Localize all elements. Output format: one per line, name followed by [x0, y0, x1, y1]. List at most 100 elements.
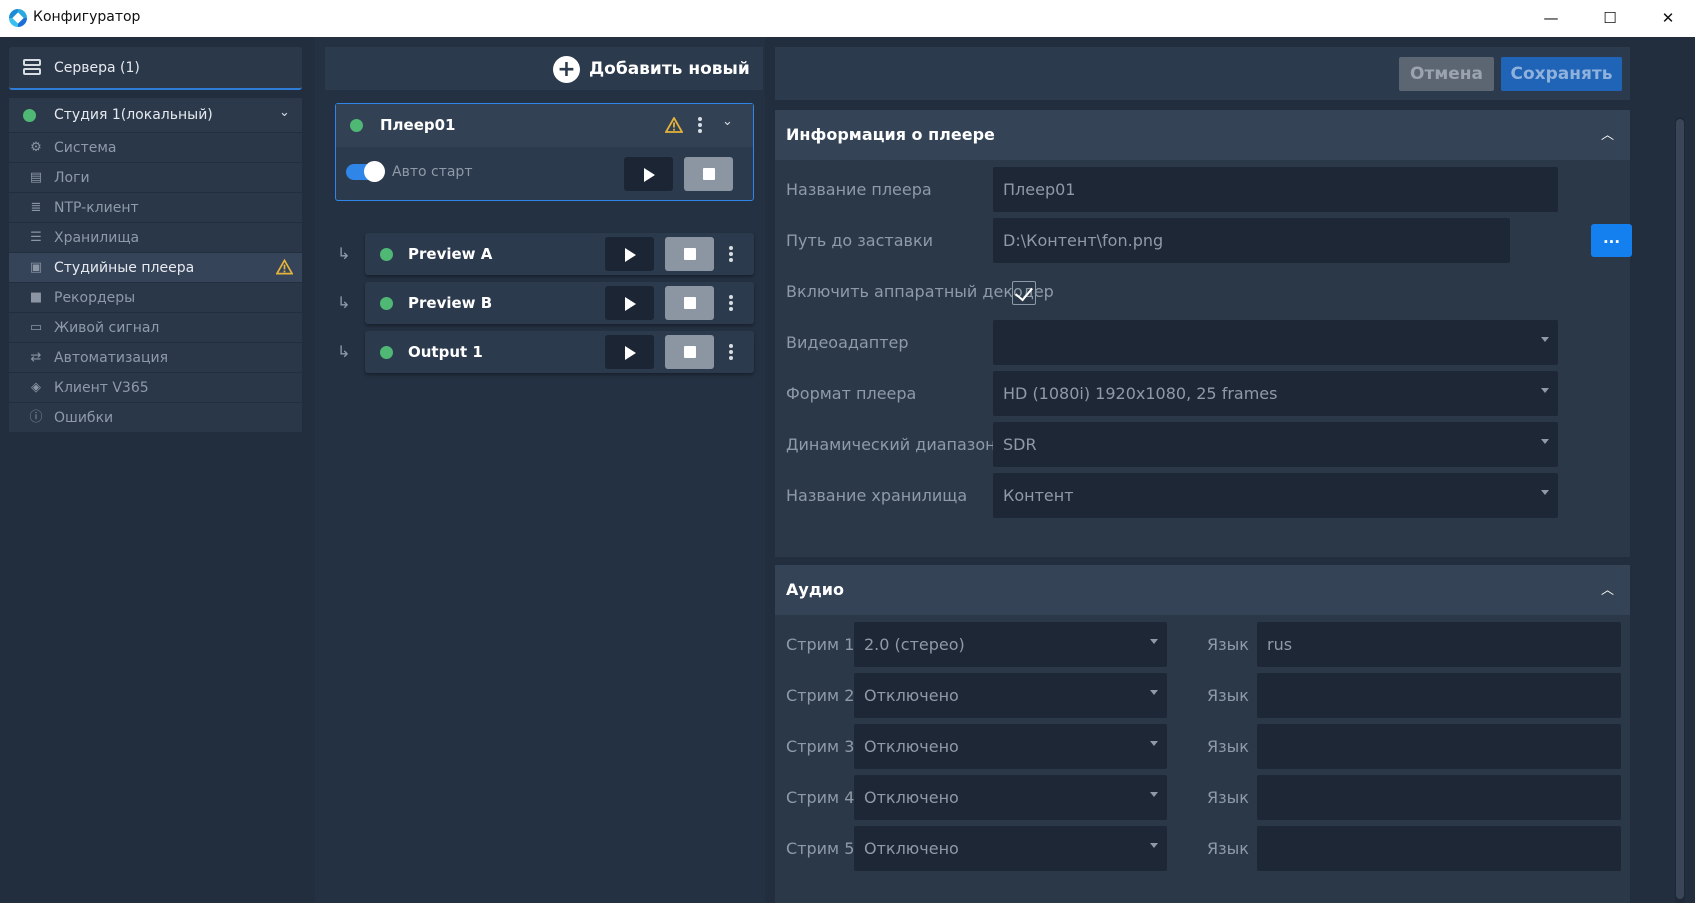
browse-button[interactable]: ...: [1591, 224, 1632, 257]
output-card[interactable]: Output 1: [365, 331, 754, 373]
output-card[interactable]: Preview B: [365, 282, 754, 324]
language-input[interactable]: [1257, 724, 1621, 769]
sidebar-item-label: NTP-клиент: [54, 200, 139, 216]
section-title: Информация о плеере: [786, 125, 995, 144]
status-dot-icon: [380, 346, 393, 359]
save-button[interactable]: Сохранять: [1501, 57, 1622, 91]
dropdown-arrow-icon: [1150, 690, 1158, 695]
output-card[interactable]: Preview A: [365, 233, 754, 275]
stream-value: Отключено: [864, 737, 959, 756]
sidebar-item-label: Рекордеры: [54, 290, 136, 306]
sidebar-item-label: Клиент V365: [54, 380, 149, 396]
add-new-button[interactable]: + Добавить новый: [553, 55, 750, 83]
sidebar-item-label: Логи: [54, 170, 90, 186]
language-label: Язык: [1207, 635, 1249, 654]
select-field[interactable]: [993, 320, 1558, 365]
chevron-down-icon[interactable]: ⌄: [279, 105, 290, 120]
stream-select[interactable]: Отключено: [854, 826, 1167, 871]
output-row: ↳ Preview B: [335, 282, 754, 324]
stop-button[interactable]: [665, 286, 714, 320]
cube-icon: ◈: [31, 380, 41, 395]
sidebar-item[interactable]: ☰ Хранилища: [9, 223, 302, 253]
stop-button[interactable]: [665, 237, 714, 271]
player-card[interactable]: Плеер01 ⌄ Авто старт: [335, 103, 754, 201]
plus-circle-icon: +: [553, 55, 580, 83]
play-button[interactable]: [605, 237, 654, 271]
field-label: Название хранилища: [786, 486, 968, 505]
dropdown-arrow-icon: [1150, 792, 1158, 797]
scrollbar-thumb[interactable]: [1676, 119, 1684, 899]
sidebar-item[interactable]: ≣ NTP-клиент: [9, 193, 302, 223]
language-input[interactable]: rus: [1257, 622, 1621, 667]
sidebar: Сервера (1) Студия 1(локальный) ⌄ ⚙ Систе…: [0, 37, 315, 903]
select-field[interactable]: SDR: [993, 422, 1558, 467]
field-row: Динамический диапазон SDR: [775, 422, 1630, 468]
more-options-icon[interactable]: [723, 342, 739, 362]
stop-button[interactable]: [684, 157, 733, 191]
stream-label: Стрим 1: [786, 635, 855, 654]
status-dot-icon: [350, 119, 363, 132]
play-button[interactable]: [605, 286, 654, 320]
window-title: Конфигуратор: [33, 9, 141, 25]
stream-select[interactable]: Отключено: [854, 673, 1167, 718]
select-field[interactable]: HD (1080i) 1920x1080, 25 frames: [993, 371, 1558, 416]
select-field[interactable]: Контент: [993, 473, 1558, 518]
stream-select[interactable]: Отключено: [854, 775, 1167, 820]
log-icon: ▤: [29, 170, 43, 185]
sidebar-item[interactable]: ◈ Клиент V365: [9, 373, 302, 403]
scrollbar[interactable]: [1675, 117, 1685, 903]
players-toolbar: + Добавить новый: [325, 47, 763, 90]
warning-icon: [665, 117, 683, 133]
language-input[interactable]: [1257, 673, 1621, 718]
add-new-label: Добавить новый: [589, 59, 750, 79]
dropdown-arrow-icon: [1150, 741, 1158, 746]
maximize-button[interactable]: ☐: [1598, 6, 1622, 30]
hw-decoder-checkbox[interactable]: [1012, 281, 1036, 305]
text-field[interactable]: Плеер01: [993, 167, 1558, 212]
chevron-up-icon[interactable]: ︿: [1601, 124, 1614, 143]
sidebar-item[interactable]: ▭ Живой сигнал: [9, 313, 302, 343]
audio-section: Аудио ︿ Стрим 1 2.0 (стерео) Язык rus Стрим …: [775, 565, 1630, 903]
app-logo-icon: [9, 9, 27, 27]
close-button[interactable]: ✕: [1656, 6, 1680, 30]
studio-selector[interactable]: Студия 1(локальный) ⌄: [9, 98, 302, 132]
more-options-icon[interactable]: [692, 115, 708, 135]
dropdown-arrow-icon: [1541, 439, 1549, 444]
sidebar-item[interactable]: ⇄ Автоматизация: [9, 343, 302, 373]
sidebar-item[interactable]: ⓘ Ошибки: [9, 403, 302, 433]
settings-panel: Отмена Сохранять Информация о плеере ︿ Н…: [765, 37, 1695, 903]
warning-icon: [276, 259, 293, 275]
field-value: Плеер01: [1003, 180, 1076, 199]
play-button[interactable]: [605, 335, 654, 369]
minimize-button[interactable]: —: [1539, 6, 1563, 30]
language-input[interactable]: [1257, 826, 1621, 871]
studio-label: Студия 1(локальный): [54, 107, 213, 123]
player-info-header[interactable]: Информация о плеере ︿: [775, 110, 1630, 160]
sidebar-item[interactable]: ▣ Студийные плеера: [9, 253, 302, 283]
sidebar-item[interactable]: ▤ Логи: [9, 163, 302, 193]
sidebar-item[interactable]: ⚙ Система: [9, 133, 302, 163]
output-name: Preview A: [408, 245, 493, 263]
play-button[interactable]: [624, 157, 673, 191]
chevron-down-icon[interactable]: ⌄: [722, 114, 733, 129]
servers-header[interactable]: Сервера (1): [9, 47, 302, 90]
stream-select[interactable]: Отключено: [854, 724, 1167, 769]
more-options-icon[interactable]: [723, 293, 739, 313]
player-info-section: Информация о плеере ︿ Название плеера Пле…: [775, 110, 1632, 557]
audio-stream-row: Стрим 1 2.0 (стерео) Язык rus: [775, 622, 1630, 668]
autostart-toggle[interactable]: [346, 161, 385, 182]
stop-button[interactable]: [665, 335, 714, 369]
stream-label: Стрим 4: [786, 788, 855, 807]
storage-icon: ☰: [30, 230, 42, 245]
audio-header[interactable]: Аудио ︿: [775, 565, 1630, 615]
language-input[interactable]: [1257, 775, 1621, 820]
audio-stream-row: Стрим 5 Отключено Язык: [775, 826, 1630, 872]
text-field[interactable]: D:\Контент\fon.png: [993, 218, 1510, 263]
status-dot-icon: [380, 248, 393, 261]
more-options-icon[interactable]: [723, 244, 739, 264]
stream-select[interactable]: 2.0 (стерео): [854, 622, 1167, 667]
cancel-button[interactable]: Отмена: [1399, 57, 1494, 91]
chevron-up-icon[interactable]: ︿: [1601, 579, 1614, 598]
sidebar-item[interactable]: ■ Рекордеры: [9, 283, 302, 313]
title-bar: Конфигуратор — ☐ ✕: [0, 0, 1695, 37]
